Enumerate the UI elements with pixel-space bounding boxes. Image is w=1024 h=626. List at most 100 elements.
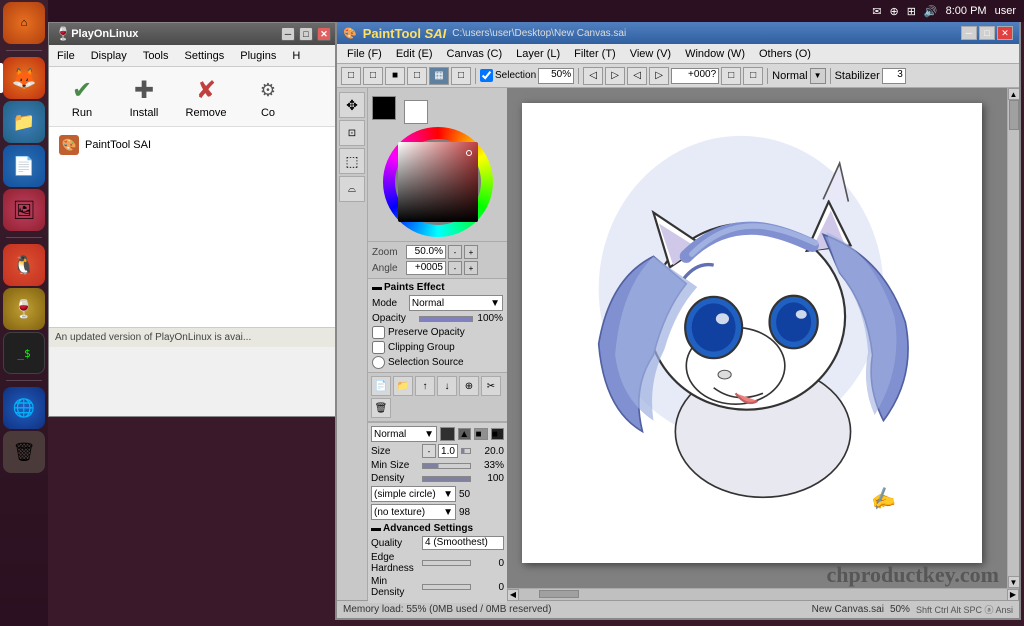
sai-selection-checkbox[interactable]: Selection — [480, 69, 536, 82]
sai-menu-window[interactable]: Window (W) — [679, 47, 751, 61]
sai-size-input[interactable]: 1.0 — [438, 444, 458, 458]
sai-scroll-track[interactable] — [1009, 100, 1019, 576]
sai-tool-move[interactable]: ✥ — [339, 92, 365, 118]
sai-opacity-slider[interactable] — [419, 316, 473, 322]
sai-tb-arrow1[interactable]: ◁ — [583, 67, 603, 85]
taskbar-home[interactable]: ⌂ — [3, 2, 45, 44]
sai-layer-down-icon[interactable]: ↓ — [437, 376, 457, 396]
sai-edge-hardness-slider[interactable] — [422, 560, 471, 566]
sai-tool-select-rect[interactable]: ⬚ — [339, 148, 365, 174]
sai-rotation-value[interactable]: +000? — [671, 68, 719, 84]
sai-size-slider[interactable] — [461, 448, 471, 454]
pol-maximize-button[interactable]: □ — [299, 27, 313, 41]
sai-color-swatch-black[interactable] — [440, 427, 455, 441]
sai-close-button[interactable]: ✕ — [997, 26, 1013, 40]
sai-right-scrollbar[interactable]: ▲ ▼ — [1007, 88, 1019, 588]
sai-tb-arrow2[interactable]: ▷ — [605, 67, 625, 85]
topbar-bluetooth-icon[interactable]: ⊕ — [889, 5, 898, 18]
sai-canvas-paper[interactable]: ✍ — [522, 103, 982, 563]
sai-menu-layer[interactable]: Layer (L) — [510, 47, 566, 61]
sai-min-size-slider[interactable] — [422, 463, 471, 469]
sai-canvas-wrapper[interactable]: ✍ ▲ ▼ — [507, 88, 1019, 588]
pol-run-button[interactable]: ✔ Run — [57, 75, 107, 119]
taskbar-documents[interactable]: 📄 — [3, 145, 45, 187]
sai-mode-dropdown[interactable]: Normal ▼ — [409, 295, 503, 311]
sai-tb-btn6[interactable]: □ — [451, 67, 471, 85]
sai-scroll-left[interactable]: ◀ — [507, 589, 519, 601]
taskbar-files[interactable]: 📁 — [3, 101, 45, 143]
sai-stabilizer-value[interactable]: 3 — [882, 68, 906, 84]
pol-remove-button[interactable]: ✘ Remove — [181, 75, 231, 119]
sai-scroll-down[interactable]: ▼ — [1008, 576, 1020, 588]
taskbar-globe[interactable]: 🌐 — [3, 387, 45, 429]
sai-scroll-horiz-thumb[interactable] — [539, 590, 579, 598]
sai-new-layer-icon[interactable]: 📄 — [371, 376, 391, 396]
taskbar-terminal[interactable]: _$ — [3, 332, 45, 374]
sai-texture-dropdown[interactable]: (no texture) ▼ — [371, 504, 456, 520]
sai-color-gradient-sq[interactable] — [398, 142, 478, 222]
sai-tb-arrow4[interactable]: ▷ — [649, 67, 669, 85]
sai-size-dec[interactable]: - — [422, 444, 436, 458]
sai-menu-others[interactable]: Others (O) — [753, 47, 817, 61]
sai-menu-view[interactable]: View (V) — [624, 47, 677, 61]
sai-scroll-thumb[interactable] — [1009, 100, 1019, 130]
sai-bg-color[interactable] — [404, 100, 428, 124]
sai-tool-lasso[interactable]: ⌓ — [339, 176, 365, 202]
sai-scroll-right[interactable]: ▶ — [1007, 589, 1019, 601]
sai-tb-btn5[interactable]: ▦ — [429, 67, 449, 85]
sai-collapse-icon[interactable]: ▬ — [372, 282, 382, 293]
topbar-volume-icon[interactable]: 🔊 — [924, 5, 938, 18]
sai-angle-inc[interactable]: + — [464, 261, 478, 275]
pol-menu-settings[interactable]: Settings — [181, 48, 229, 64]
sai-menu-file[interactable]: File (F) — [341, 47, 388, 61]
taskbar-ubuntu[interactable]: 🐧 — [3, 244, 45, 286]
topbar-user[interactable]: user — [995, 5, 1016, 17]
sai-min-density-slider[interactable] — [422, 584, 471, 590]
pol-app-painttool[interactable]: 🎨 PaintTool SAI — [53, 131, 333, 159]
pol-menu-plugins[interactable]: Plugins — [236, 48, 280, 64]
sai-delete-layer-icon[interactable]: 🗑 — [371, 398, 391, 418]
sai-color-swatch-gray[interactable]: ▲ — [458, 428, 471, 440]
sai-tb-btn3[interactable]: ■ — [385, 67, 405, 85]
sai-cut-icon[interactable]: ✂ — [481, 376, 501, 396]
sai-quality-input[interactable]: 4 (Smoothest) — [422, 536, 504, 550]
sai-selection-check-input[interactable] — [480, 69, 493, 82]
pol-menu-help[interactable]: H — [288, 48, 304, 64]
sai-tb-btn8[interactable]: □ — [743, 67, 763, 85]
sai-menu-edit[interactable]: Edit (E) — [390, 47, 439, 61]
sai-zoom-value[interactable]: 50.0% — [406, 245, 446, 259]
sai-angle-dec[interactable]: - — [448, 261, 462, 275]
sai-tb-btn1[interactable]: □ — [341, 67, 361, 85]
taskbar-photos[interactable]: 🖼 — [3, 189, 45, 231]
sai-blend-icon[interactable]: ⊕ — [459, 376, 479, 396]
sai-mode-dropdown-arrow[interactable]: ▼ — [810, 68, 826, 84]
pol-configure-button[interactable]: ⚙ Co — [243, 75, 293, 119]
pol-menu-display[interactable]: Display — [87, 48, 131, 64]
sai-tb-btn4[interactable]: □ — [407, 67, 427, 85]
sai-scroll-up[interactable]: ▲ — [1008, 88, 1020, 100]
sai-shape-dropdown[interactable]: (simple circle) ▼ — [371, 486, 456, 502]
taskbar-wine[interactable]: 🍷 — [3, 288, 45, 330]
pol-menu-file[interactable]: File — [53, 48, 79, 64]
sai-zoom-inc[interactable]: + — [464, 245, 478, 259]
sai-brush-mode-dropdown[interactable]: Normal ▼ — [371, 426, 437, 442]
sai-minimize-button[interactable]: ─ — [961, 26, 977, 40]
taskbar-firefox[interactable]: 🦊 — [3, 57, 45, 99]
taskbar-trash[interactable]: 🗑 — [3, 431, 45, 473]
pol-minimize-button[interactable]: ─ — [281, 27, 295, 41]
pol-menu-tools[interactable]: Tools — [139, 48, 173, 64]
sai-selection-source-radio[interactable] — [372, 356, 385, 369]
sai-color-picker-area[interactable] — [383, 127, 493, 237]
topbar-mail-icon[interactable]: ✉ — [872, 5, 881, 18]
sai-zoom-dec[interactable]: - — [448, 245, 462, 259]
sai-color-swatch-dark[interactable]: ■ — [491, 428, 504, 440]
sai-selection-value[interactable]: 50% — [538, 68, 574, 84]
sai-angle-value[interactable]: +0005 — [406, 261, 446, 275]
sai-scroll-horiz-track[interactable] — [519, 590, 1007, 600]
topbar-network-icon[interactable]: ⊞ — [907, 5, 916, 18]
pol-install-button[interactable]: ✚ Install — [119, 75, 169, 119]
sai-bottom-scrollbar[interactable]: ◀ ▶ — [507, 588, 1019, 600]
pol-close-button[interactable]: ✕ — [317, 27, 331, 41]
sai-fg-color[interactable] — [372, 96, 396, 120]
sai-adv-collapse-icon[interactable]: ▬ — [371, 523, 381, 534]
